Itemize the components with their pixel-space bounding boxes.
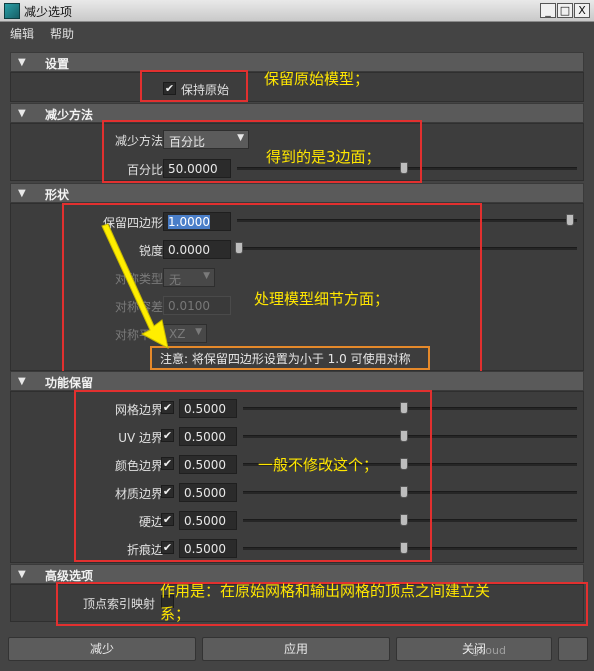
keep-quads-slider-handle[interactable] <box>566 214 574 226</box>
apply-button[interactable]: 应用 <box>202 637 390 661</box>
collapse-arrow-icon: ▼ <box>18 569 26 580</box>
collapse-arrow-icon: ▼ <box>18 108 26 119</box>
close-window-button[interactable]: X <box>574 3 590 18</box>
reduce-button[interactable]: 减少 <box>8 637 196 661</box>
highlight-keep-original <box>140 70 248 102</box>
section-preserve-title: 功能保留 <box>45 376 94 390</box>
watermark: gxoud <box>472 644 506 657</box>
menu-edit[interactable]: 编辑 <box>10 25 34 42</box>
section-reduce-method-title: 减少方法 <box>45 108 94 122</box>
section-shape-header[interactable]: ▼ 形状 <box>10 183 584 203</box>
collapse-arrow-icon: ▼ <box>18 57 26 68</box>
collapse-arrow-icon: ▼ <box>18 188 26 199</box>
minimize-button[interactable]: _ <box>540 3 556 18</box>
collapse-arrow-icon: ▼ <box>18 376 26 387</box>
title-bar: 减少选项 _ □ X <box>0 0 594 22</box>
annotation-triangles: 得到的是3边面； <box>266 148 381 166</box>
annotation-advanced-line1: 作用是：在原始网格和输出网格的顶点之间建立关 <box>160 582 491 600</box>
extra-button[interactable] <box>558 637 588 661</box>
section-settings-title: 设置 <box>45 57 70 71</box>
window-title: 减少选项 <box>24 5 73 19</box>
section-shape-title: 形状 <box>45 188 70 202</box>
menu-bar: 编辑 帮助 <box>0 22 594 42</box>
arrow-icon <box>101 223 169 349</box>
app-icon <box>4 3 20 19</box>
menu-help[interactable]: 帮助 <box>50 25 74 42</box>
highlight-preserve <box>74 390 432 562</box>
annotation-detail: 处理模型细节方面； <box>254 290 390 308</box>
annotation-advanced-line2: 系； <box>160 605 191 623</box>
maximize-button[interactable]: □ <box>557 3 573 18</box>
annotation-no-change: 一般不修改这个； <box>258 456 379 474</box>
annotation-keep-original: 保留原始模型； <box>264 70 370 88</box>
section-preserve-header[interactable]: ▼ 功能保留 <box>10 371 584 391</box>
